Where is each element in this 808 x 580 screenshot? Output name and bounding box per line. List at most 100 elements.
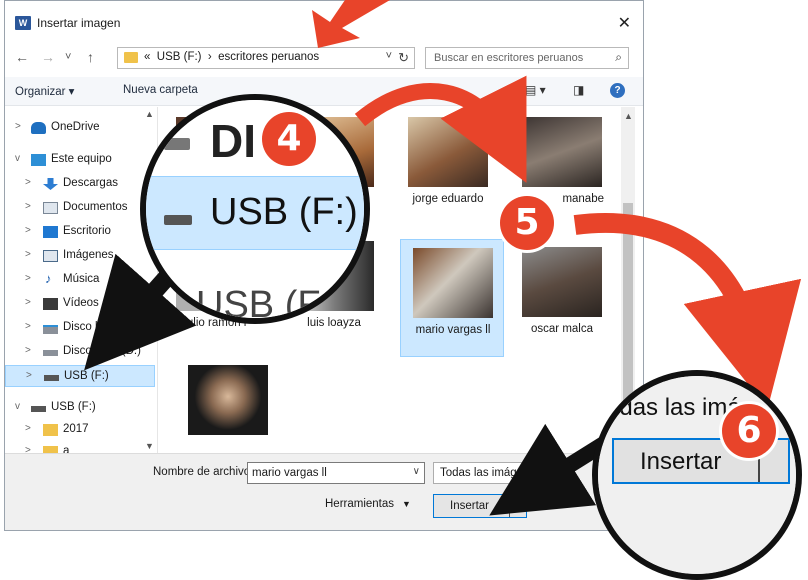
sidebar-item-label: Escritorio — [63, 225, 111, 237]
thumbnail-image — [188, 365, 268, 435]
scroll-down-icon[interactable]: ▼ — [145, 441, 154, 451]
filename-value: mario vargas ll — [252, 467, 327, 479]
refresh-icon[interactable]: ↻ — [398, 50, 409, 66]
navigation-pane: > OneDrive v Este equipo > Descargas > D… — [5, 107, 158, 453]
expand-icon[interactable]: > — [25, 249, 31, 260]
sidebar-item-label: 2017 — [63, 423, 89, 435]
desktop-icon — [43, 226, 58, 238]
sidebar-item-label: Disco local (C — [63, 321, 134, 333]
sidebar-item-musica[interactable]: > ♪ Música — [5, 269, 155, 291]
file-name: jorge eduardo — [412, 193, 484, 205]
magnified-drive-partial: DI — [210, 115, 256, 167]
back-button[interactable]: ← — [15, 49, 29, 65]
address-bar[interactable]: « USB (F:) › escritores peruanos ˅ ↻ — [117, 47, 415, 69]
sidebar-item-imagenes[interactable]: > Imágenes — [5, 245, 155, 267]
window-title: Insertar imagen — [37, 16, 121, 30]
expand-icon[interactable]: > — [25, 225, 31, 236]
expand-icon[interactable]: > — [25, 321, 31, 332]
usb-drive-icon — [44, 375, 59, 381]
expand-icon[interactable]: > — [25, 273, 31, 284]
thumbnail-image — [413, 248, 493, 318]
sidebar-item-disco-d[interactable]: > Disco local (D:) — [5, 341, 155, 363]
search-placeholder: Buscar en escritores peruanos — [434, 52, 584, 64]
scroll-up-icon[interactable]: ▲ — [624, 111, 633, 121]
sidebar-item-usb-f-root[interactable]: v USB (F:) — [5, 397, 155, 419]
file-thumbnail-oscar-malca[interactable]: oscar malca — [510, 239, 614, 357]
expand-icon[interactable]: > — [26, 370, 32, 381]
tools-menu[interactable]: Herramientas ▼ — [325, 498, 411, 510]
expand-icon[interactable]: > — [25, 445, 31, 453]
search-box[interactable]: Buscar en escritores peruanos ⌕ — [425, 47, 629, 69]
insert-button[interactable]: Insertar ▼ — [433, 494, 527, 518]
filename-label: Nombre de archivo: — [153, 466, 254, 478]
chevron-down-icon: ▼ — [402, 499, 411, 509]
thumbnail-image — [408, 117, 488, 187]
magnified-insert-label: Insertar — [640, 448, 722, 475]
help-button[interactable]: ? — [610, 83, 625, 98]
file-name: luis loayza — [307, 317, 361, 329]
usb-drive-icon — [164, 215, 192, 225]
sidebar-item-descargas[interactable]: > Descargas — [5, 173, 155, 195]
expand-icon[interactable]: > — [25, 297, 31, 308]
dialog-footer: Nombre de archivo: mario vargas ll ∨ Tod… — [5, 453, 643, 530]
expand-icon[interactable]: > — [15, 121, 21, 132]
breadcrumb-overflow[interactable]: « — [144, 51, 150, 63]
search-icon: ⌕ — [615, 50, 622, 64]
folder-icon — [124, 52, 138, 63]
close-button[interactable]: ✕ — [618, 13, 631, 33]
sidebar-item-label: USB (F:) — [64, 370, 109, 382]
thumbnail-image — [522, 247, 602, 317]
videos-icon — [43, 298, 58, 310]
step-badge-6: 6 — [722, 404, 776, 458]
new-folder-button[interactable]: Nueva carpeta — [123, 84, 198, 96]
organize-menu[interactable]: Organizar ▾ — [15, 84, 74, 98]
view-icon[interactable]: ▤ ▾ — [525, 83, 546, 97]
thumbnail-image — [522, 117, 602, 187]
expand-icon[interactable]: > — [25, 201, 31, 212]
filename-input[interactable]: mario vargas ll ∨ — [247, 462, 425, 484]
sidebar-item-a[interactable]: > a — [5, 441, 155, 453]
expand-icon[interactable]: > — [25, 423, 31, 434]
up-button[interactable]: ↑ — [87, 49, 94, 65]
sidebar-item-label: a — [63, 445, 70, 453]
breadcrumb-usb[interactable]: USB (F:) — [157, 51, 202, 63]
onedrive-icon — [31, 122, 46, 134]
file-thumbnail-mario-vargas[interactable]: mario vargas ll — [400, 239, 504, 357]
collapse-icon[interactable]: v — [15, 401, 20, 412]
chevron-down-icon[interactable]: ∨ — [413, 466, 420, 477]
sidebar-item-label: Vídeos — [63, 297, 99, 309]
file-thumbnail-jorge-eduardo[interactable]: jorge eduardo — [396, 109, 500, 227]
pictures-icon — [43, 250, 58, 262]
sidebar-item-videos[interactable]: > Vídeos — [5, 293, 155, 315]
sidebar-item-label: Disco local (D:) — [63, 345, 141, 357]
sidebar-item-2017[interactable]: > 2017 — [5, 419, 155, 441]
file-type-filter[interactable]: Todas las imágenes — [433, 462, 559, 484]
step-badge-4: 4 — [262, 112, 316, 166]
expand-icon[interactable]: > — [25, 177, 31, 188]
sidebar-item-onedrive[interactable]: > OneDrive — [5, 117, 155, 139]
sidebar-item-label: Documentos — [63, 201, 128, 213]
expand-icon[interactable]: > — [25, 345, 31, 356]
sidebar-item-label: Imágenes — [63, 249, 114, 261]
sidebar-item-label: Música — [63, 273, 100, 285]
downloads-icon — [43, 178, 58, 190]
collapse-icon[interactable]: v — [15, 153, 20, 164]
recent-locations-button[interactable]: ˅ — [65, 51, 71, 63]
sidebar-item-label: USB (F:) — [51, 401, 96, 413]
breadcrumb-current-folder[interactable]: escritores peruanos — [218, 51, 319, 63]
address-dropdown-icon[interactable]: ˅ — [386, 50, 392, 62]
preview-pane-icon[interactable]: ◨ — [573, 83, 584, 97]
forward-button[interactable]: → — [41, 49, 55, 65]
sidebar-item-escritorio[interactable]: > Escritorio — [5, 221, 155, 243]
sidebar-item-este-equipo[interactable]: v Este equipo — [5, 149, 155, 171]
file-type-value: Todas las imágenes — [440, 467, 542, 479]
sidebar-item-label: Este equipo — [51, 153, 112, 165]
documents-icon — [43, 202, 58, 214]
folder-icon — [43, 424, 58, 436]
title-bar: W Insertar imagen ✕ — [5, 1, 643, 37]
sidebar-item-disco-c[interactable]: > Disco local (C — [5, 317, 155, 339]
drive-c-icon — [43, 325, 58, 334]
sidebar-item-usb-f[interactable]: > USB (F:) — [5, 365, 155, 387]
sidebar-item-documentos[interactable]: > Documentos — [5, 197, 155, 219]
insert-split-arrow-icon[interactable]: ▼ — [509, 495, 526, 517]
